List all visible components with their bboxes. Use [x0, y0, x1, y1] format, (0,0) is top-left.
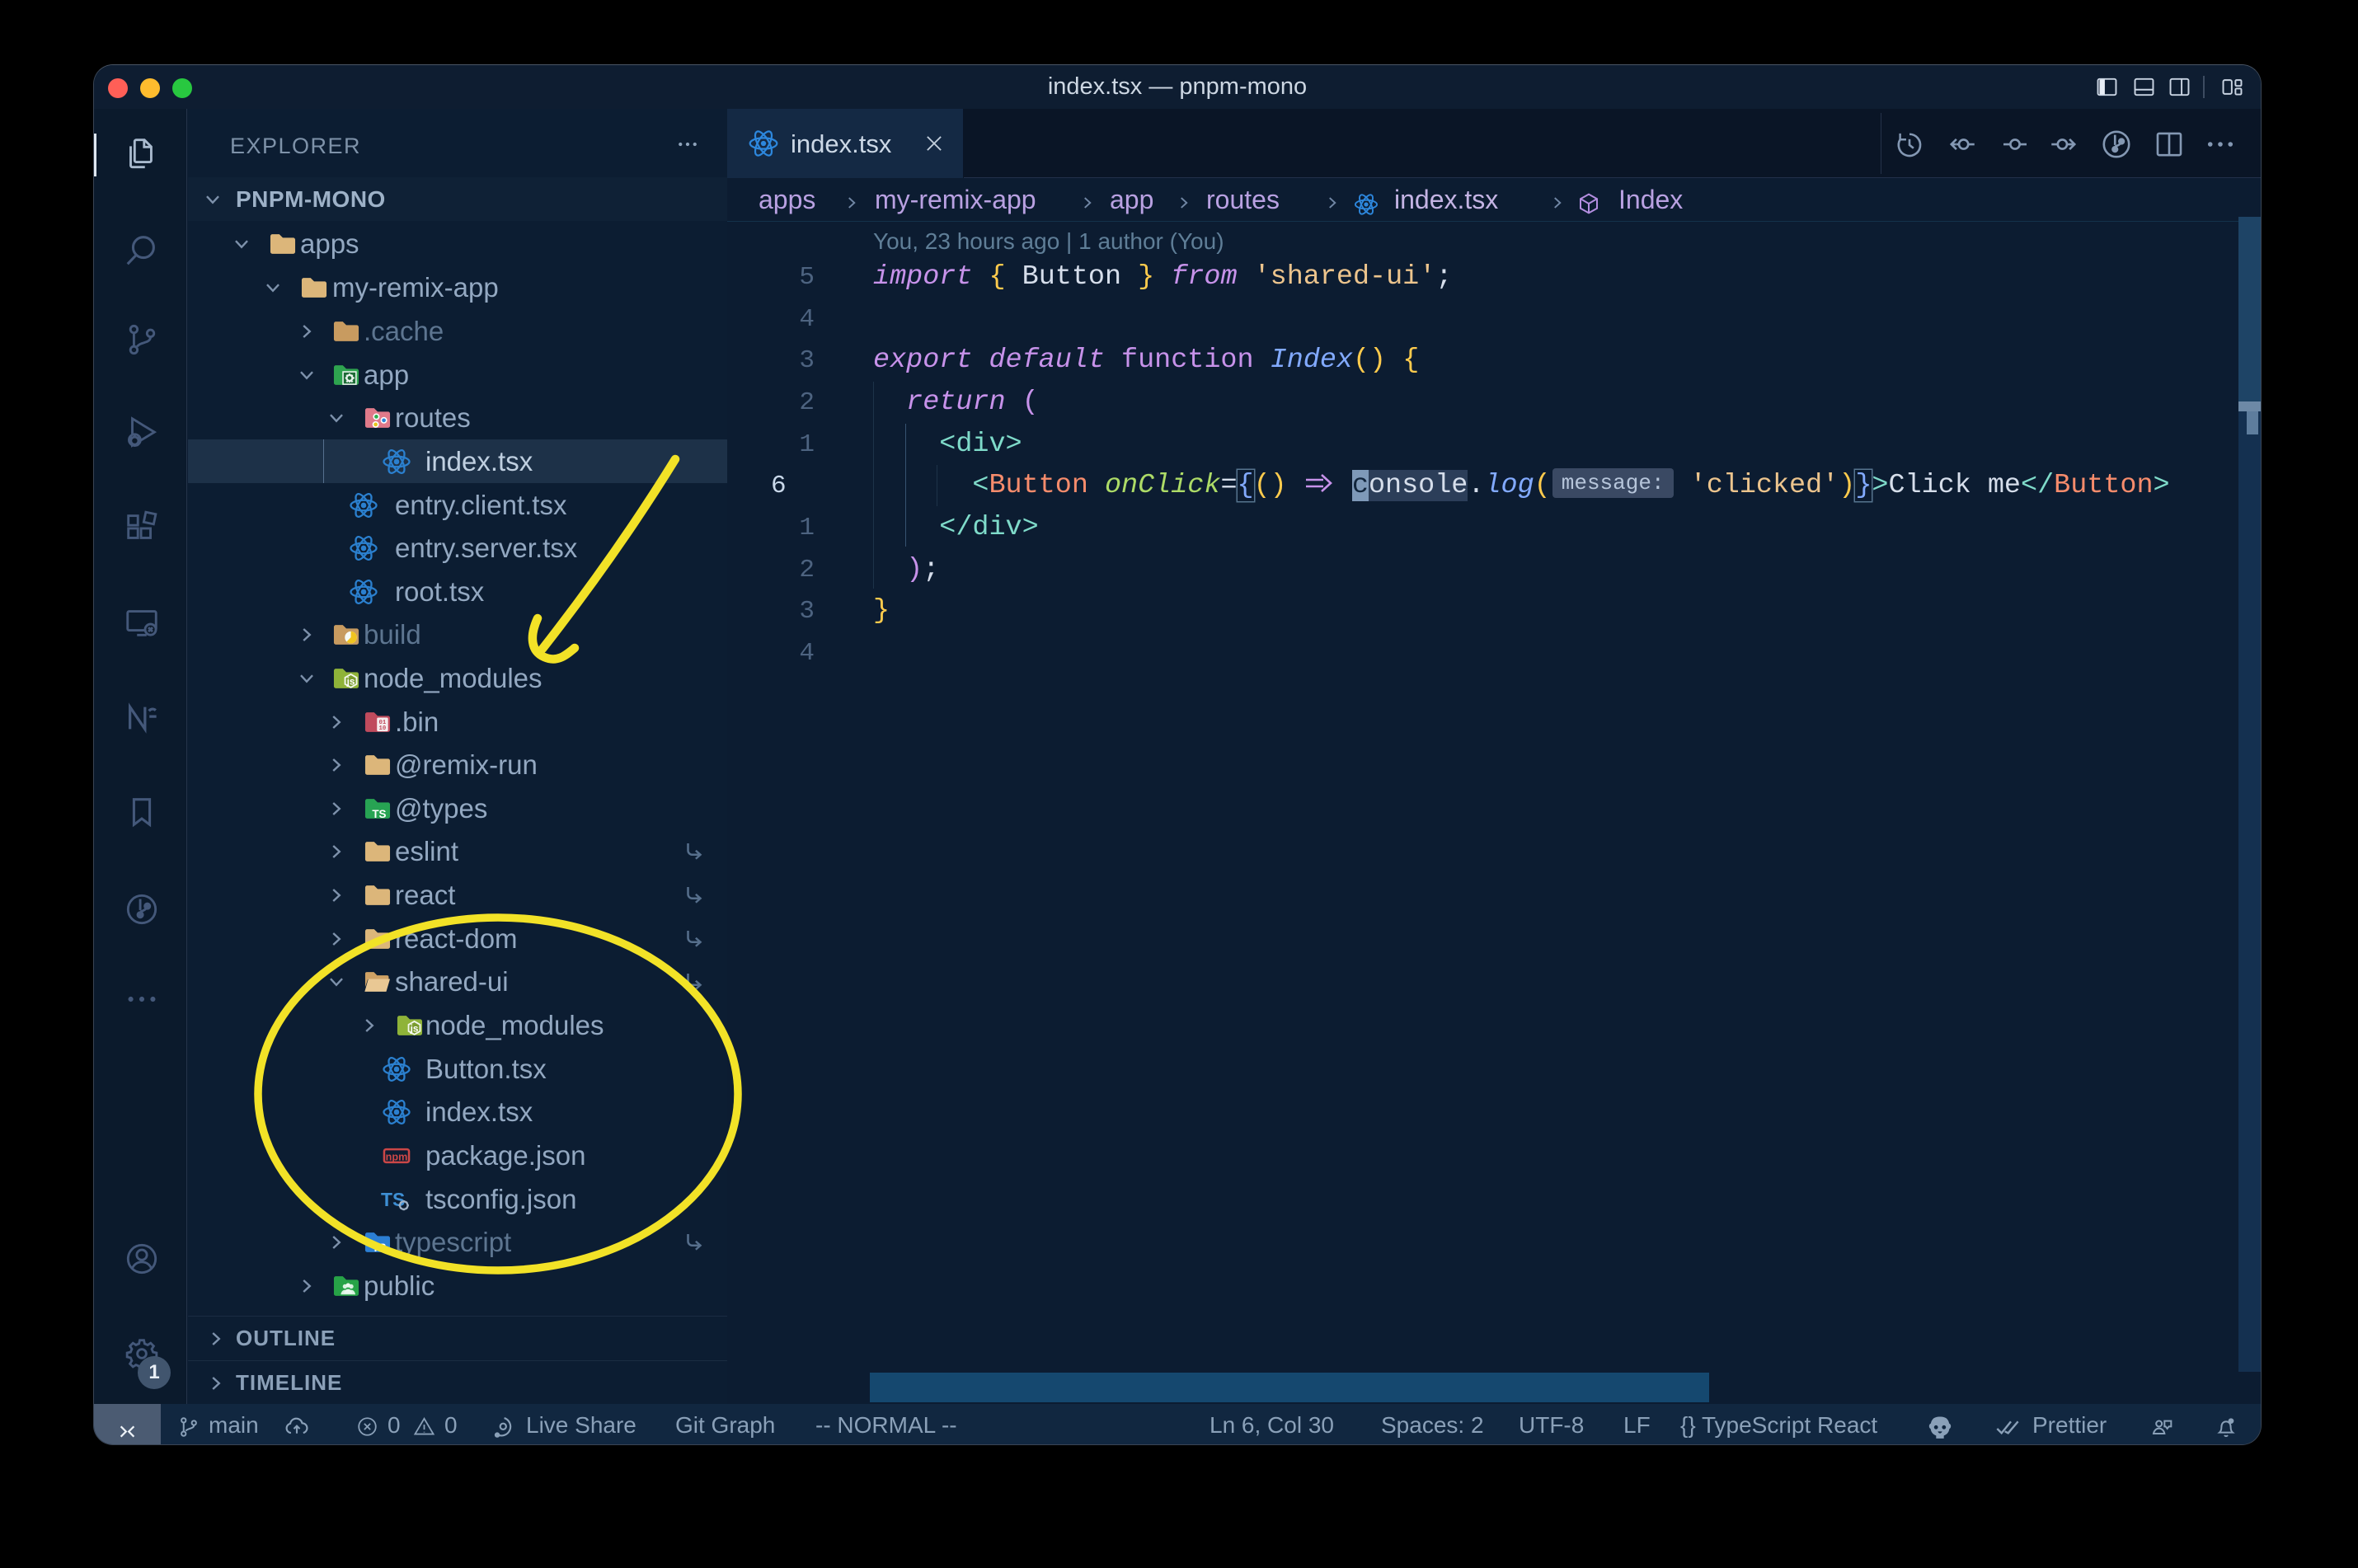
- svg-text:TS: TS: [381, 1189, 405, 1210]
- svg-text:TS: TS: [372, 1242, 386, 1254]
- svg-text:npm: npm: [386, 1151, 408, 1162]
- svg-text:TS: TS: [372, 808, 386, 820]
- svg-text:js: js: [410, 1022, 419, 1034]
- svg-text:js: js: [346, 675, 355, 687]
- svg-text:10: 10: [378, 725, 386, 732]
